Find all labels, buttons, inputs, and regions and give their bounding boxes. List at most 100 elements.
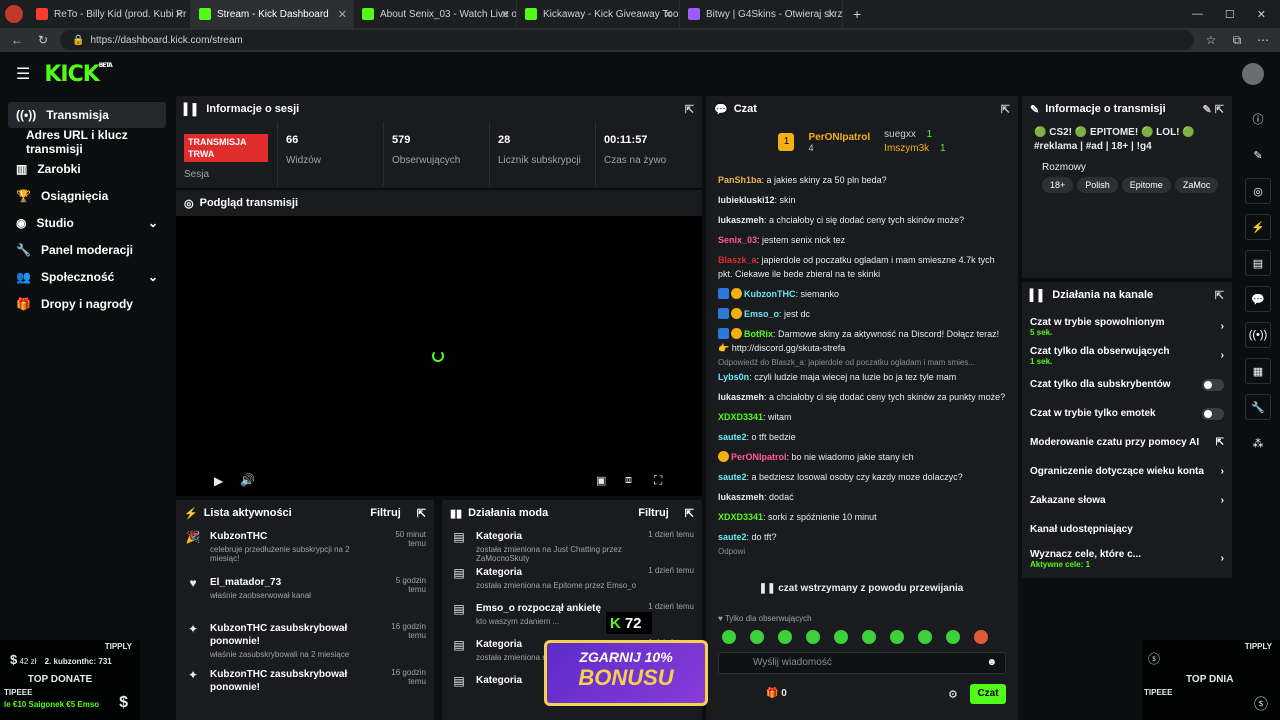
emote-icon[interactable] — [862, 630, 876, 644]
chevron-right-icon[interactable]: › — [1221, 321, 1224, 332]
camera-icon[interactable]: ◎ — [1245, 178, 1271, 204]
channel-action-row[interactable]: Moderowanie czatu przy pomocy AI ⇱ — [1022, 428, 1232, 457]
edit-icon[interactable]: ✎ — [1245, 142, 1271, 168]
close-tab-icon[interactable]: ✕ — [338, 8, 347, 21]
chat-input[interactable]: Wyślij wiadomość ☻ — [718, 652, 1006, 674]
profile-icon[interactable] — [0, 0, 28, 28]
channel-action-row[interactable]: Czat w trybie spowolnionym 5 sek. › — [1022, 312, 1232, 341]
channel-action-row[interactable]: Ograniczenie dotyczące wieku konta › — [1022, 457, 1232, 486]
chat-username[interactable]: lubiekluski12 — [718, 195, 775, 205]
popout-icon[interactable]: ⇱ — [1001, 103, 1010, 116]
chat-message[interactable]: saute2: a bedziesz losowal osoby czy kaz… — [706, 467, 1018, 487]
document-icon[interactable]: ▤ — [1245, 250, 1271, 276]
chat-bubble-icon[interactable]: 💬 — [1245, 286, 1271, 312]
wrench-icon[interactable]: 🔧 — [1245, 394, 1271, 420]
edit-icon[interactable]: ✎ ⇱ — [1203, 103, 1225, 116]
chevron-right-icon[interactable]: › — [1221, 350, 1224, 361]
toggle-switch[interactable] — [1202, 407, 1224, 420]
emote-icon[interactable] — [722, 630, 736, 644]
kick-logo[interactable]: KICKBETA — [44, 62, 112, 87]
chat-username[interactable]: PanSh1ba — [718, 175, 762, 185]
chat-message[interactable]: BotRix: Darmowe skiny za aktywność na Di… — [706, 324, 1018, 358]
browser-tab[interactable]: Stream - Kick Dashboard ✕ — [191, 0, 354, 28]
chat-message[interactable]: saute2: o tft bedzie — [706, 427, 1018, 447]
chat-settings-gear-icon[interactable]: ⚙ — [948, 688, 958, 701]
chat-message[interactable]: Blaszk_a: japierdole od poczatku ogladam… — [706, 250, 1018, 284]
external-link-icon[interactable]: ⇱ — [1216, 437, 1224, 448]
back-icon[interactable]: ← — [8, 33, 26, 47]
close-tab-icon[interactable]: ✕ — [827, 8, 836, 21]
close-tab-icon[interactable]: ✕ — [664, 8, 673, 21]
sidebar-item-spolecznosc[interactable]: 👥 Społeczność ⌄ — [8, 264, 166, 290]
chevron-right-icon[interactable]: › — [1221, 466, 1224, 477]
channel-action-row[interactable]: Kanał udostępniający — [1022, 515, 1232, 544]
broadcast-icon[interactable]: ((•)) — [1245, 322, 1271, 348]
close-tab-icon[interactable]: ✕ — [175, 8, 184, 21]
chat-username[interactable]: saute2 — [718, 432, 747, 442]
theater-mode-icon[interactable]: ▣ — [596, 474, 606, 487]
new-tab-icon[interactable]: + — [843, 6, 871, 22]
hamburger-menu-icon[interactable]: ☰ — [16, 64, 30, 84]
mod-icon[interactable]: ▦ — [1245, 358, 1271, 384]
browser-menu-icon[interactable]: ⋯ — [1254, 33, 1272, 47]
plugins-icon[interactable]: ⁂ — [1245, 430, 1271, 456]
emote-icon[interactable] — [778, 630, 792, 644]
sidebar-item-osiagniecia[interactable]: 🏆 Osiągnięcia — [8, 183, 166, 209]
channel-action-row[interactable]: Zakazane słowa › — [1022, 486, 1232, 515]
chat-message[interactable]: KubzonTHC: siemanko — [706, 284, 1018, 304]
chat-username[interactable]: lukaszmeh — [718, 215, 764, 225]
emoji-icon[interactable]: ☻ — [986, 653, 997, 673]
chat-username[interactable]: Senix_03 — [718, 235, 757, 245]
close-window-icon[interactable]: ✕ — [1257, 8, 1266, 21]
chat-username[interactable]: saute2 — [718, 532, 747, 542]
chat-message[interactable]: saute2: do tft? — [706, 527, 1018, 547]
filter-button[interactable]: Filtruj — [638, 507, 669, 519]
popout-icon[interactable]: ⇱ — [685, 103, 694, 116]
browser-tab[interactable]: About Senix_03 - Watch Live on K ✕ — [354, 0, 517, 28]
chat-message[interactable]: XDXD3341: witam — [706, 407, 1018, 427]
bolt-icon[interactable]: ⚡ — [1245, 214, 1271, 240]
fullscreen-icon[interactable]: ⛶ — [654, 473, 662, 488]
chat-message[interactable]: lukaszmeh: a chciałoby ci się dodać ceny… — [706, 387, 1018, 407]
emote-icon[interactable] — [974, 630, 988, 644]
url-field[interactable]: 🔒 https://dashboard.kick.com/stream — [60, 30, 1194, 50]
channel-points[interactable]: 🎁 0 — [766, 688, 787, 699]
popout-icon[interactable]: ⇱ — [1215, 289, 1224, 302]
popout-icon[interactable]: ⇱ — [417, 507, 426, 520]
info-icon[interactable]: ⓘ — [1245, 106, 1271, 132]
channel-action-row[interactable]: Czat tylko dla subskrybentów — [1022, 370, 1232, 399]
emote-icon[interactable] — [806, 630, 820, 644]
chat-username[interactable]: KubzonTHC — [744, 289, 796, 299]
sidebar-item-dropy[interactable]: 🎁 Dropy i nagrody — [8, 291, 166, 317]
emote-icon[interactable] — [946, 630, 960, 644]
maximize-icon[interactable]: ☐ — [1225, 8, 1235, 21]
channel-action-row[interactable]: Wyznacz cele, które c... Aktywne cele: 1 › — [1022, 544, 1232, 573]
chat-username[interactable]: Lybs0n — [718, 372, 749, 382]
send-chat-button[interactable]: Czat — [970, 684, 1006, 704]
emote-icon[interactable] — [750, 630, 764, 644]
chevron-right-icon[interactable]: › — [1221, 495, 1224, 506]
sidebar-item-studio[interactable]: ◉ Studio ⌄ — [8, 210, 166, 236]
chat-message[interactable]: lukaszmeh: a chciałoby ci się dodać ceny… — [706, 210, 1018, 230]
close-tab-icon[interactable]: ✕ — [501, 8, 510, 21]
minimize-icon[interactable]: — — [1192, 8, 1203, 21]
chat-username[interactable]: Emso_o — [744, 309, 779, 319]
emote-icon[interactable] — [890, 630, 904, 644]
avatar[interactable] — [1242, 63, 1264, 85]
chat-username[interactable]: PerONIpatrol — [731, 452, 787, 462]
emote-icon[interactable] — [918, 630, 932, 644]
extensions-icon[interactable]: ⧉ — [1228, 33, 1246, 48]
chat-message[interactable]: Senix_03: jestem senix nick tez — [706, 230, 1018, 250]
filter-button[interactable]: Filtruj — [370, 507, 401, 519]
sidebar-item-panel-moderacji[interactable]: 🔧 Panel moderacji — [8, 237, 166, 263]
favorites-icon[interactable]: ☆ — [1202, 33, 1220, 47]
channel-action-row[interactable]: Czat tylko dla obserwujących 1 sek. › — [1022, 341, 1232, 370]
chat-paused-notice[interactable]: ❚❚ czat wstrzymany z powodu przewijania — [746, 580, 976, 598]
chat-username[interactable]: Blaszk_a — [718, 255, 757, 265]
chat-message[interactable]: lubiekluski12: skin — [706, 190, 1018, 210]
play-icon[interactable]: ▶ — [214, 474, 223, 488]
reload-icon[interactable]: ↻ — [34, 33, 52, 47]
chat-message[interactable]: Emso_o: jest dc — [706, 304, 1018, 324]
pip-icon[interactable]: ⧈ — [625, 474, 632, 487]
popout-icon[interactable]: ⇱ — [685, 507, 694, 520]
